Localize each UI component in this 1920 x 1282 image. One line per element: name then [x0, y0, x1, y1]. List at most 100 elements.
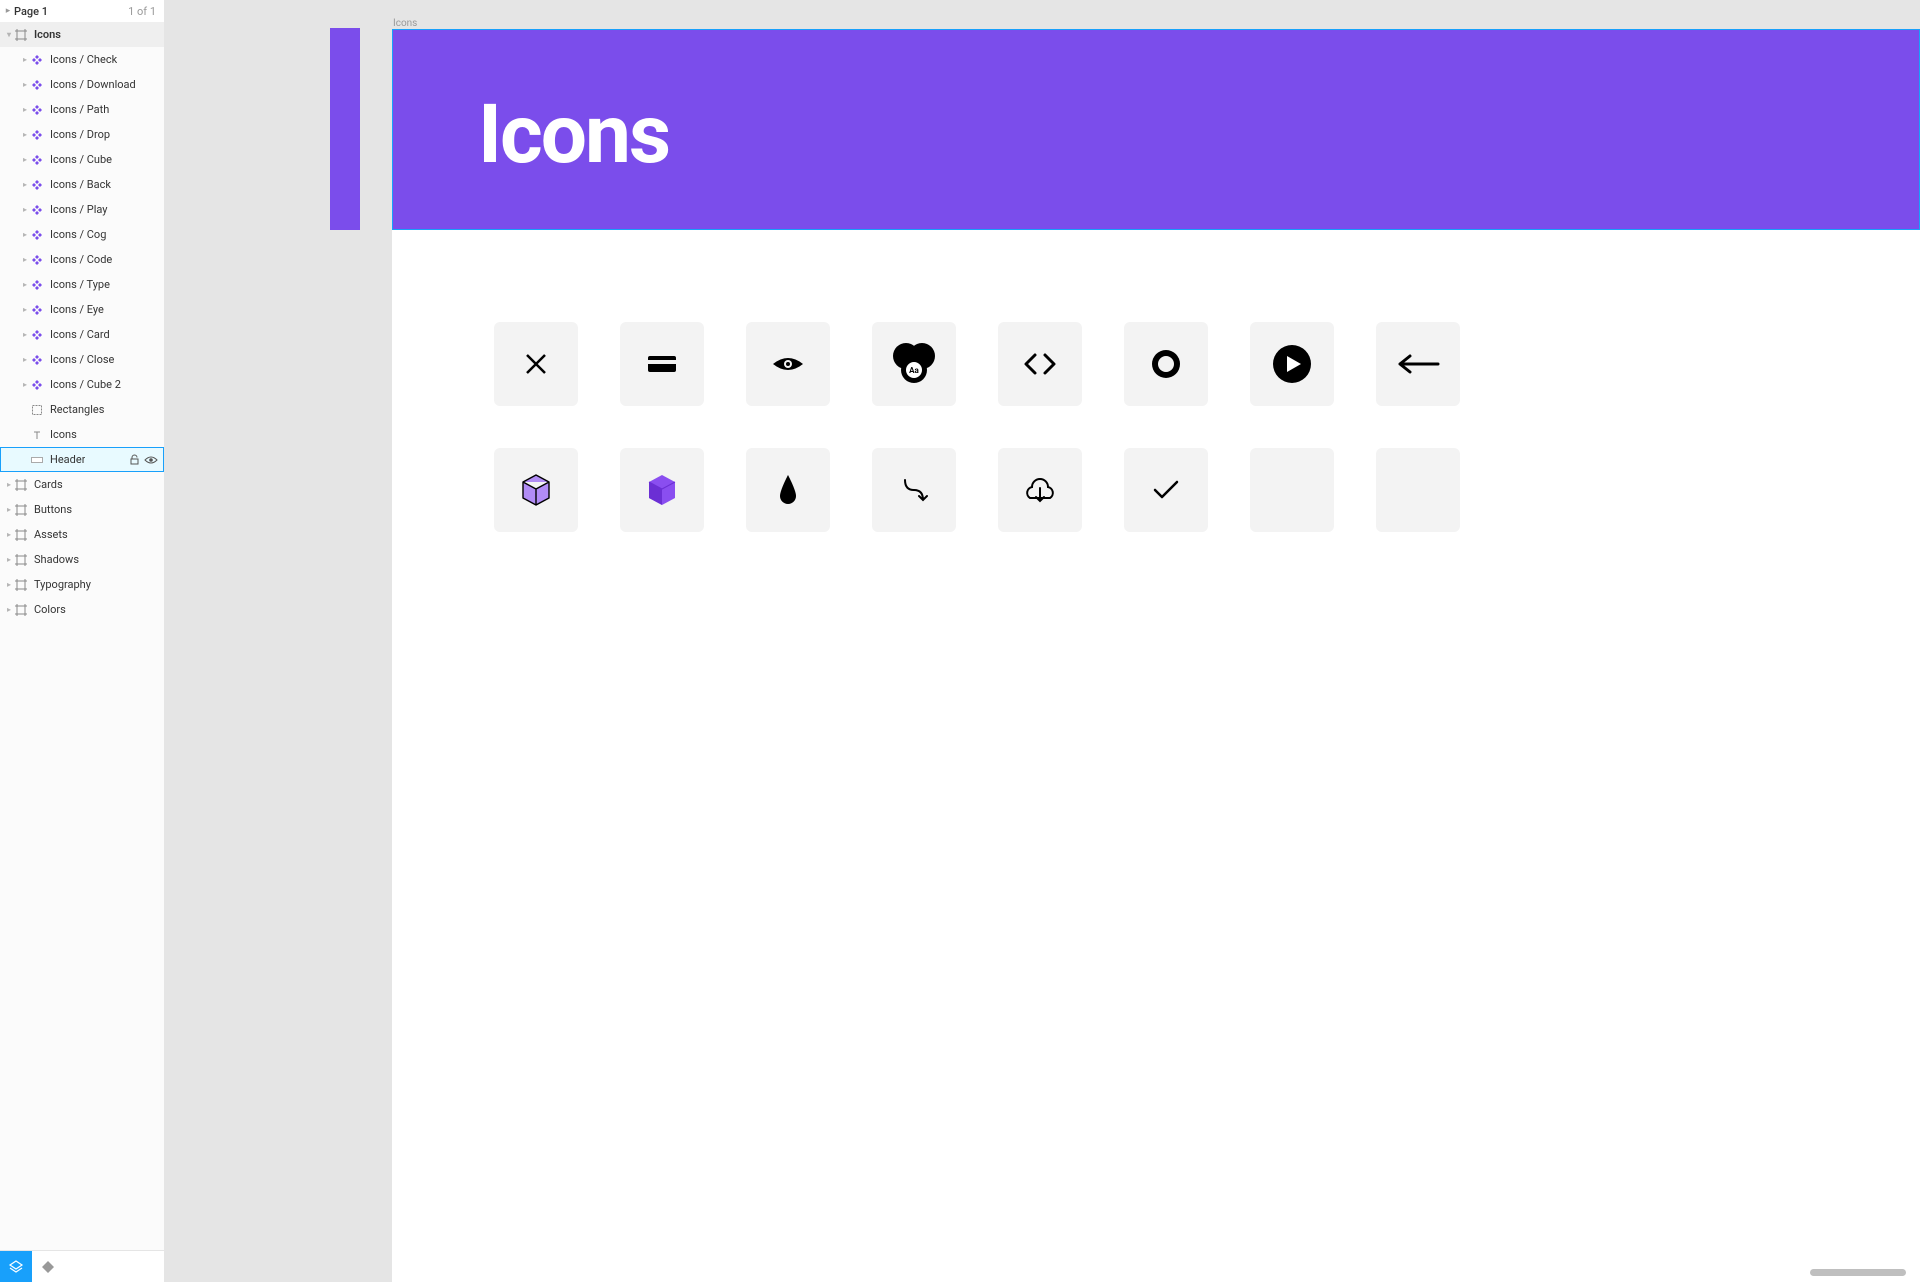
layer-row[interactable]: ▸Shadows — [0, 547, 164, 572]
comp-icon — [30, 228, 44, 242]
chevron-right-icon[interactable]: ▸ — [4, 480, 14, 489]
chevron-right-icon[interactable]: ▸ — [20, 380, 30, 389]
icon-cell-code[interactable] — [998, 322, 1082, 406]
icon-cell-eye[interactable] — [746, 322, 830, 406]
layer-row[interactable]: ▸Typography — [0, 572, 164, 597]
icon-cell-empty[interactable] — [1250, 448, 1334, 532]
icon-cell-download[interactable] — [998, 448, 1082, 532]
layer-row[interactable]: ▸ Icons / Cube 2 — [0, 372, 164, 397]
canvas[interactable]: Icons Icons Aa — [165, 0, 1920, 1282]
comp-icon — [30, 303, 44, 317]
chevron-right-icon[interactable]: ▸ — [4, 530, 14, 539]
chevron-right-icon[interactable]: ▸ — [20, 80, 30, 89]
icon-cell-check[interactable] — [1124, 448, 1208, 532]
layer-row[interactable]: ▸ Icons / Cog — [0, 222, 164, 247]
chevron-right-icon[interactable]: ▸ — [20, 255, 30, 264]
layer-label: Icons / Close — [50, 353, 114, 366]
layer-row[interactable]: ▸ Icons / Drop — [0, 122, 164, 147]
chevron-right-icon[interactable]: ▸ — [20, 155, 30, 164]
icon-cell-cube-outline[interactable] — [494, 448, 578, 532]
layer-row[interactable]: Rectangles — [0, 397, 164, 422]
cog-icon — [1149, 347, 1183, 381]
layer-row[interactable]: ▸ Colors — [0, 597, 164, 622]
code-icon — [1023, 352, 1057, 376]
layer-label: Icons / Drop — [50, 128, 110, 141]
frame-icon — [14, 28, 28, 42]
icon-cell-card[interactable] — [620, 322, 704, 406]
horizontal-scrollbar[interactable] — [1810, 1269, 1906, 1276]
header-rect[interactable]: Icons — [392, 29, 1920, 230]
chevron-right-icon[interactable]: ▸ — [20, 355, 30, 364]
chevron-down-icon[interactable]: ▾ — [4, 30, 14, 39]
layer-row[interactable]: ▸ Icons / Play — [0, 197, 164, 222]
components-tab[interactable] — [32, 1251, 64, 1282]
frame-label[interactable]: Icons — [393, 18, 417, 29]
layer-label: Header — [50, 453, 85, 466]
layer-label: Icons / Play — [50, 203, 108, 216]
chevron-right-icon[interactable]: ▸ — [20, 105, 30, 114]
frame-icon — [14, 478, 28, 492]
chevron-right-icon[interactable]: ▸ — [4, 580, 14, 589]
layers-tab[interactable] — [0, 1251, 32, 1282]
chevron-right-icon[interactable]: ▸ — [20, 230, 30, 239]
frame-icon — [14, 528, 28, 542]
icon-cell-empty[interactable] — [1376, 448, 1460, 532]
icon-cell-cube-fill[interactable] — [620, 448, 704, 532]
layer-row[interactable]: ▸Icons / Download — [0, 72, 164, 97]
chevron-right-icon[interactable]: ▸ — [20, 330, 30, 339]
layer-label: Rectangles — [50, 403, 104, 416]
icon-cell-drop[interactable] — [746, 448, 830, 532]
text-icon — [30, 428, 44, 442]
layer-row[interactable]: ▸Icons / Eye — [0, 297, 164, 322]
layer-row[interactable]: ▸Icons / Code — [0, 247, 164, 272]
chevron-right-icon[interactable]: ▸ — [20, 305, 30, 314]
layer-label: Icons — [50, 428, 77, 441]
icon-cell-type[interactable]: Aa — [872, 322, 956, 406]
layer-label: Colors — [34, 603, 66, 616]
layer-row[interactable]: ▸Cards — [0, 472, 164, 497]
icon-cell-back[interactable] — [1376, 322, 1460, 406]
chevron-right-icon[interactable]: ▸ — [4, 605, 14, 614]
path-icon — [900, 476, 928, 504]
layer-row[interactable]: ▸Icons / Type — [0, 272, 164, 297]
chevron-right-icon[interactable]: ▸ — [4, 555, 14, 564]
page-name: Page 1 — [14, 5, 48, 18]
layers-panel: ▸ Page 1 1 of 1 ▾Icons▸Icons / Check▸Ico… — [0, 0, 165, 1282]
layer-row[interactable]: ▸Icons / Card — [0, 322, 164, 347]
layer-row[interactable]: ▸Icons / Back — [0, 172, 164, 197]
icon-cell-path[interactable] — [872, 448, 956, 532]
layer-row[interactable]: ▾ Icons — [0, 22, 164, 47]
layer-row[interactable]: ▸ Icons / Close — [0, 347, 164, 372]
layer-row[interactable]: Icons — [0, 422, 164, 447]
layer-row[interactable]: ▸Assets — [0, 522, 164, 547]
layer-label: Icons / Cube 2 — [50, 378, 121, 391]
layer-label: Icons — [34, 28, 61, 41]
eye-icon[interactable] — [144, 455, 158, 465]
layer-tree[interactable]: ▾Icons▸Icons / Check▸Icons / Download▸Ic… — [0, 22, 164, 1250]
chevron-right-icon[interactable]: ▸ — [20, 205, 30, 214]
icon-cell-play[interactable] — [1250, 322, 1334, 406]
page-selector[interactable]: ▸ Page 1 1 of 1 — [0, 0, 164, 22]
comp-icon — [30, 278, 44, 292]
chevron-right-icon[interactable]: ▸ — [20, 130, 30, 139]
chevron-right-icon[interactable]: ▸ — [20, 180, 30, 189]
header-title: Icons — [478, 87, 669, 183]
chevron-right-icon[interactable]: ▸ — [20, 55, 30, 64]
layer-row[interactable]: ▸ Icons / Check — [0, 47, 164, 72]
layer-label: Icons / Path — [50, 103, 109, 116]
layer-label: Icons / Cog — [50, 228, 106, 241]
icon-cell-close[interactable] — [494, 322, 578, 406]
type-icon: Aa — [890, 340, 938, 388]
chevron-right-icon[interactable]: ▸ — [20, 280, 30, 289]
lock-icon[interactable] — [129, 454, 140, 465]
comp-icon — [30, 328, 44, 342]
layer-label: Icons / Check — [50, 53, 117, 66]
icon-cell-cog[interactable] — [1124, 322, 1208, 406]
layer-row[interactable]: ▸Icons / Cube — [0, 147, 164, 172]
layer-row[interactable]: Header — [0, 447, 164, 472]
layer-row[interactable]: ▸Buttons — [0, 497, 164, 522]
group-icon — [30, 403, 44, 417]
chevron-right-icon[interactable]: ▸ — [4, 505, 14, 514]
cube-fill-icon — [647, 473, 677, 507]
layer-row[interactable]: ▸ Icons / Path — [0, 97, 164, 122]
